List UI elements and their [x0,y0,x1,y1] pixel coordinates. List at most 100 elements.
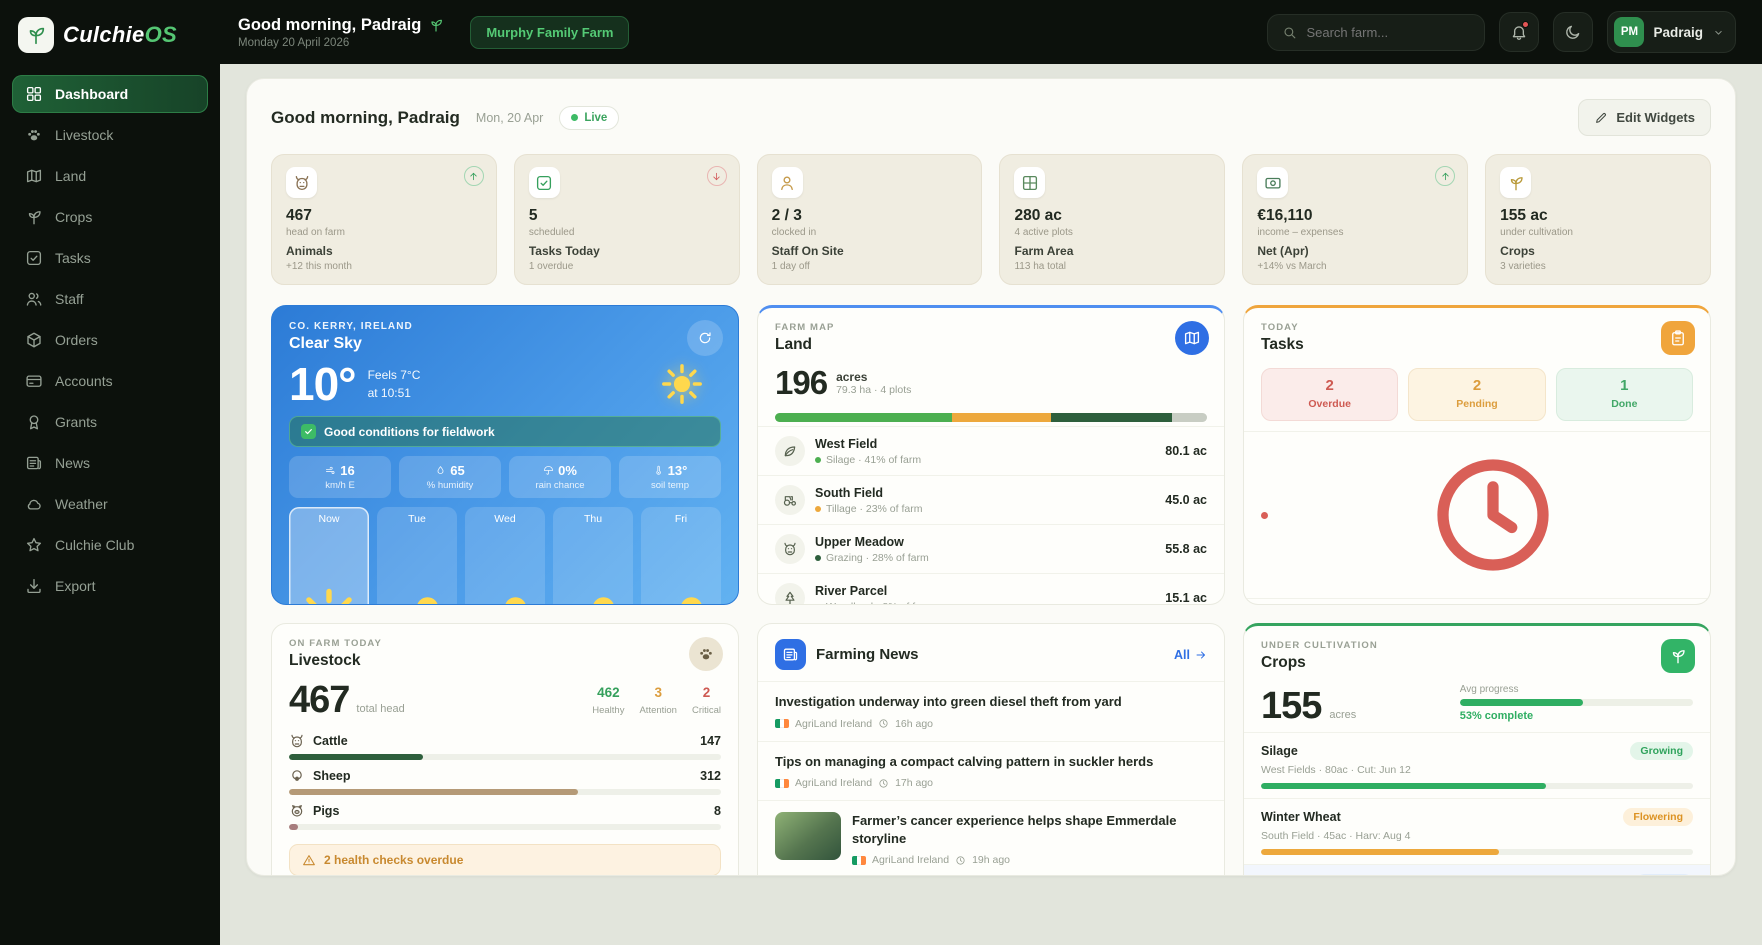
crop-row-spring-barley[interactable]: Spring BarleySeeded Top Field · 30ac · S… [1244,864,1710,876]
forecast-day-tue[interactable]: Tue12°6° [377,507,457,605]
animal-bar [289,824,721,830]
stat-card-tasks-today[interactable]: 5 scheduled Tasks Today 1 overdue [514,154,740,285]
metric-rain: 0%rain chance [509,456,611,498]
sidebar-item-grants[interactable]: Grants [12,403,208,441]
logo-plant-icon [18,17,54,53]
crop-row-silage[interactable]: SilageGrowing West Fields · 80ac · Cut: … [1244,732,1710,798]
dark-mode-toggle[interactable] [1553,12,1593,52]
plot-row-west-field[interactable]: West FieldSilage · 41% of farm 80.1 ac [758,426,1224,475]
animal-row-pigs[interactable]: Pigs8 [272,798,738,833]
sidebar-item-news[interactable]: News [12,444,208,482]
stat-card-crops[interactable]: 155 ac under cultivation Crops 3 varieti… [1485,154,1711,285]
animal-row-sheep[interactable]: Sheep312 [272,763,738,798]
sidebar-item-land[interactable]: Land [12,157,208,195]
app-logo[interactable]: CulchieOS [12,13,208,69]
forecast-day-now[interactable]: Now14°0° [289,507,369,605]
sidebar-item-label: Culchie Club [55,537,134,553]
open-map-button[interactable] [1175,321,1209,355]
animal-name: Sheep [313,769,351,783]
news-item[interactable]: Farmer’s cancer experience helps shape E… [758,800,1224,876]
weather-widget: CO. KERRY, IRELAND Clear Sky 10° Feels 7… [271,305,739,605]
stat-card-staff[interactable]: 2 / 3 clocked in Staff On Site 1 day off [757,154,983,285]
search-input[interactable] [1306,25,1470,40]
farm-badge[interactable]: Murphy Family Farm [470,16,629,49]
wind-icon [325,465,336,476]
sidebar-item-orders[interactable]: Orders [12,321,208,359]
sidebar-item-culchie-club[interactable]: Culchie Club [12,526,208,564]
tasks-button[interactable] [1661,321,1695,355]
sidebar-item-crops[interactable]: Crops [12,198,208,236]
sidebar-item-label: Crops [55,209,92,225]
sidebar-item-accounts[interactable]: Accounts [12,362,208,400]
clock-icon [878,778,889,789]
sidebar-item-dashboard[interactable]: Dashboard [12,75,208,113]
attention-count: 3Attention [639,685,677,718]
weather-temp-row: 10° Feels 7°Cat 10:51 [289,361,721,407]
check-square-icon [25,249,43,267]
stat-card-animals[interactable]: 467 head on farm Animals +12 this month [271,154,497,285]
metric-humidity: 65% humidity [399,456,501,498]
livestock-widget: ON FARM TODAY Livestock 467 total head 4… [271,623,739,876]
stat-value: 467 [286,207,482,225]
task-row[interactable]: Move herd to west paddock08:00 [1244,431,1710,598]
news-item[interactable]: Tips on managing a compact calving patte… [758,741,1224,801]
avatar: PM [1614,17,1644,47]
search-bar[interactable] [1267,14,1485,51]
task-row[interactable]: Check water troughs10:00 [1244,598,1710,605]
sidebar-item-label: Grants [55,414,97,430]
news-item[interactable]: Investigation underway into green diesel… [758,681,1224,741]
sidebar-item-tasks[interactable]: Tasks [12,239,208,277]
sidebar-item-label: Weather [55,496,108,512]
sidebar-item-weather[interactable]: Weather [12,485,208,523]
total-head-value: 467 [289,682,349,718]
crop-row-winter-wheat[interactable]: Winter WheatFlowering South Field · 45ac… [1244,798,1710,864]
animal-row-cattle[interactable]: Cattle147 [272,728,738,763]
status-dot [815,555,821,561]
arrow-right-icon [1195,649,1207,661]
notifications-button[interactable] [1499,12,1539,52]
land-composition-bar [775,413,1207,422]
paw-icon [25,126,43,144]
sidebar-item-label: Livestock [55,127,113,143]
stat-value-sub: clocked in [772,227,968,238]
topbar-date: Monday 20 April 2026 [238,37,444,49]
stat-card-farm-area[interactable]: 280 ac 4 active plots Farm Area 113 ha t… [999,154,1225,285]
user-menu[interactable]: PM Padraig [1607,11,1736,53]
stat-value: 155 ac [1500,207,1696,225]
main-area: Good morning, Padraig Mon, 20 Apr Live E… [220,64,1762,945]
stat-value-sub: head on farm [286,227,482,238]
livestock-button[interactable] [689,637,723,671]
farm-map-widget: FARM MAP Land 196 acres79.3 ha · 4 plots [757,305,1225,605]
forecast-day-thu[interactable]: Thu17°8° [553,507,633,605]
plot-row-river-parcel[interactable]: River ParcelWoodland · 8% of farm 15.1 a… [758,573,1224,605]
sidebar-item-export[interactable]: Export [12,567,208,605]
forecast-day-wed[interactable]: Wed13°6° [465,507,545,605]
stat-value-sub: under cultivation [1500,227,1696,238]
forecast-day-fri[interactable]: Fri18°8° [641,507,721,605]
stat-card-net[interactable]: €16,110 income – expenses Net (Apr) +14%… [1242,154,1468,285]
sidebar-item-staff[interactable]: Staff [12,280,208,318]
stat-value: €16,110 [1257,207,1453,225]
sidebar-item-livestock[interactable]: Livestock [12,116,208,154]
edit-widgets-button[interactable]: Edit Widgets [1578,99,1711,136]
plot-row-upper-meadow[interactable]: Upper MeadowGrazing · 28% of farm 55.8 a… [758,524,1224,573]
sprout-icon [428,17,444,33]
news-header: Farming News All [758,624,1224,681]
refresh-button[interactable] [687,320,723,356]
cow-icon [289,733,305,749]
bar-segment-grazing [1051,413,1172,422]
done-pill[interactable]: 1Done [1556,368,1693,421]
plot-meta: Tillage · 23% of farm [815,503,922,515]
plot-row-south-field[interactable]: South FieldTillage · 23% of farm 45.0 ac [758,475,1224,524]
tree-icon [775,583,805,605]
stat-label: Staff On Site [772,244,968,258]
crops-button[interactable] [1661,639,1695,673]
stat-label: Farm Area [1014,244,1210,258]
overdue-pill[interactable]: 2Overdue [1261,368,1398,421]
forecast-row: Now14°0° Tue12°6° Wed13°6° Thu17°8° Fri1… [289,507,721,605]
stat-value: 280 ac [1014,207,1210,225]
news-all-link[interactable]: All [1174,648,1207,662]
bar-segment-woodland [1172,413,1207,422]
field-plots-icon [1014,167,1045,198]
pending-pill[interactable]: 2Pending [1408,368,1545,421]
